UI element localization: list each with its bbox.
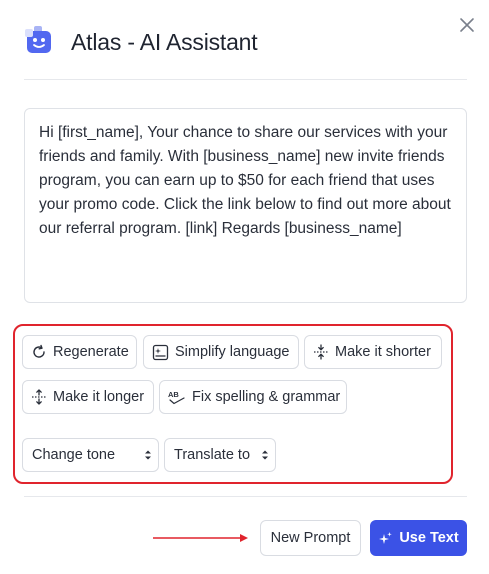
new-prompt-button[interactable]: New Prompt [260,520,361,556]
select-caret-icon [262,450,268,460]
make-longer-label: Make it longer [53,389,145,405]
red-arrow-annotation [153,534,248,542]
regenerate-button[interactable]: Regenerate [22,335,137,369]
compress-icon [314,344,328,360]
change-tone-select[interactable]: Change tone [22,438,159,472]
select-caret-icon [145,450,151,460]
svg-text:AB: AB [168,390,179,399]
fix-spelling-label: Fix spelling & grammar [192,389,341,405]
footer-divider [24,496,467,497]
close-icon[interactable] [458,16,476,34]
change-tone-value: Change tone [32,447,116,463]
generated-text-area[interactable]: Hi [first_name], Your chance to share ou… [24,108,467,303]
regenerate-icon [33,344,45,358]
use-text-label: Use Text [399,530,459,546]
spellcheck-icon: AB [168,390,185,405]
simplify-language-button[interactable]: Simplify language [143,335,299,369]
make-longer-button[interactable]: Make it longer [22,380,154,414]
make-shorter-label: Make it shorter [335,344,431,360]
expand-icon [32,389,46,405]
fix-spelling-button[interactable]: AB Fix spelling & grammar [159,380,347,414]
sparkles-icon [379,531,393,544]
generated-text: Hi [first_name], Your chance to share ou… [39,124,451,237]
translate-to-select[interactable]: Translate to [164,438,276,472]
simplify-label: Simplify language [175,344,290,360]
dialog-header: Atlas - AI Assistant [0,0,489,80]
make-shorter-button[interactable]: Make it shorter [304,335,442,369]
robot-logo-icon [25,26,51,53]
use-text-button[interactable]: Use Text [370,520,467,556]
translate-to-value: Translate to [174,447,251,463]
header-divider [24,79,467,80]
simplify-icon [152,344,169,360]
regenerate-label: Regenerate [53,344,129,360]
dialog-title: Atlas - AI Assistant [71,29,258,55]
